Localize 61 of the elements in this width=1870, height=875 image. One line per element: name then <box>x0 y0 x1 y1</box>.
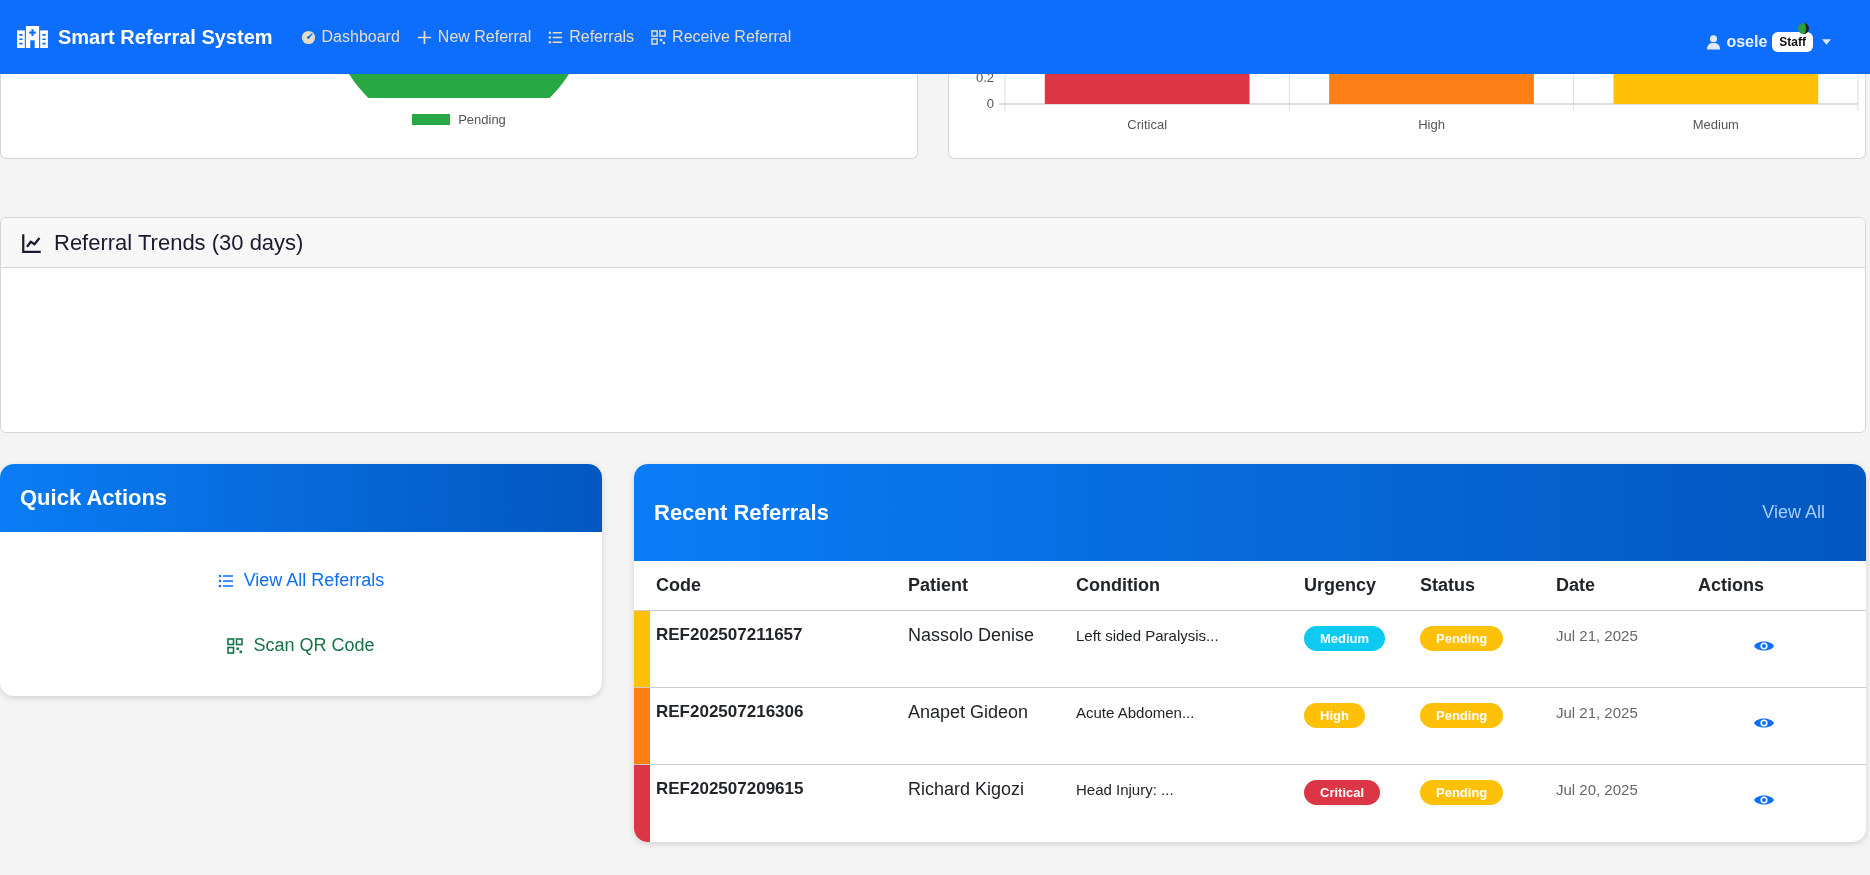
role-badge: Staff <box>1772 32 1813 52</box>
column-header: Patient <box>902 561 1070 611</box>
user-menu[interactable]: osele Staff <box>1706 20 1831 54</box>
table-cell: Jul 21, 2025 <box>1550 687 1692 765</box>
table-cell: Anapet Gideon <box>902 687 1070 765</box>
view-button[interactable] <box>1754 639 1774 653</box>
list-icon <box>548 29 564 45</box>
table-cell: Acute Abdomen... <box>1070 687 1298 765</box>
column-header: Actions <box>1692 561 1866 611</box>
table-cell: REF202507211657 <box>650 610 902 688</box>
nav-link[interactable]: Dashboard <box>300 28 400 46</box>
qr-code-icon <box>227 637 244 654</box>
plus-icon <box>416 29 432 45</box>
card-title: Recent Referrals <box>654 499 829 526</box>
nav-link[interactable]: Referrals <box>548 28 635 46</box>
category-label: Critical <box>1127 117 1168 132</box>
status-badge: Pending <box>1420 703 1504 728</box>
column-header: Urgency <box>1298 561 1414 611</box>
table-cell: Nassolo Denise <box>902 610 1070 688</box>
line-chart-icon <box>20 232 44 253</box>
category-label: Medium <box>1692 117 1739 132</box>
view-button[interactable] <box>1754 793 1774 807</box>
gauge-icon <box>300 29 316 45</box>
table-cell: Head Injury: ... <box>1070 764 1298 842</box>
brand-link[interactable]: Smart Referral System <box>17 25 273 49</box>
column-header: Status <box>1414 561 1550 611</box>
eye-icon <box>1754 716 1774 730</box>
action-link[interactable]: Scan QR Code <box>227 635 375 656</box>
hospital-icon <box>17 26 48 48</box>
qr-code-icon <box>651 29 667 45</box>
action-link[interactable]: View All Referrals <box>217 570 385 591</box>
column-header: Date <box>1550 561 1692 611</box>
status-dot <box>1798 23 1809 34</box>
eye-icon <box>1754 639 1774 653</box>
list-icon <box>217 572 234 589</box>
user-icon <box>1706 34 1722 50</box>
table-cell: Richard Kigozi <box>902 764 1070 842</box>
card-title: Quick Actions <box>20 485 168 511</box>
eye-icon <box>1754 793 1774 807</box>
legend-label: Pending <box>458 112 506 127</box>
table-cell: REF202507209615 <box>650 764 902 842</box>
nav-link[interactable]: New Referral <box>416 28 532 46</box>
status-badge: Pending <box>1420 780 1504 805</box>
view-button[interactable] <box>1754 716 1774 730</box>
view-all-link[interactable]: View All <box>1762 502 1825 523</box>
urgency-badge: Medium <box>1304 626 1386 651</box>
table-cell: Jul 21, 2025 <box>1550 610 1692 688</box>
category-label: High <box>1418 117 1445 132</box>
urgency-badge: Critical <box>1304 780 1381 805</box>
card-title: Referral Trends (30 days) <box>54 229 304 256</box>
table-cell: Jul 20, 2025 <box>1550 764 1692 842</box>
urgency-badge: High <box>1304 703 1365 728</box>
user-name: osele <box>1726 33 1768 51</box>
column-header: Code <box>650 561 902 611</box>
column-header: Condition <box>1070 561 1298 611</box>
caret-icon <box>1822 39 1831 45</box>
nav-link[interactable]: Receive Referral <box>651 28 792 46</box>
axis-tick-label: 0 <box>986 96 994 111</box>
table-cell: Left sided Paralysis... <box>1070 610 1298 688</box>
status-badge: Pending <box>1420 626 1504 651</box>
table-cell: REF202507216306 <box>650 687 902 765</box>
